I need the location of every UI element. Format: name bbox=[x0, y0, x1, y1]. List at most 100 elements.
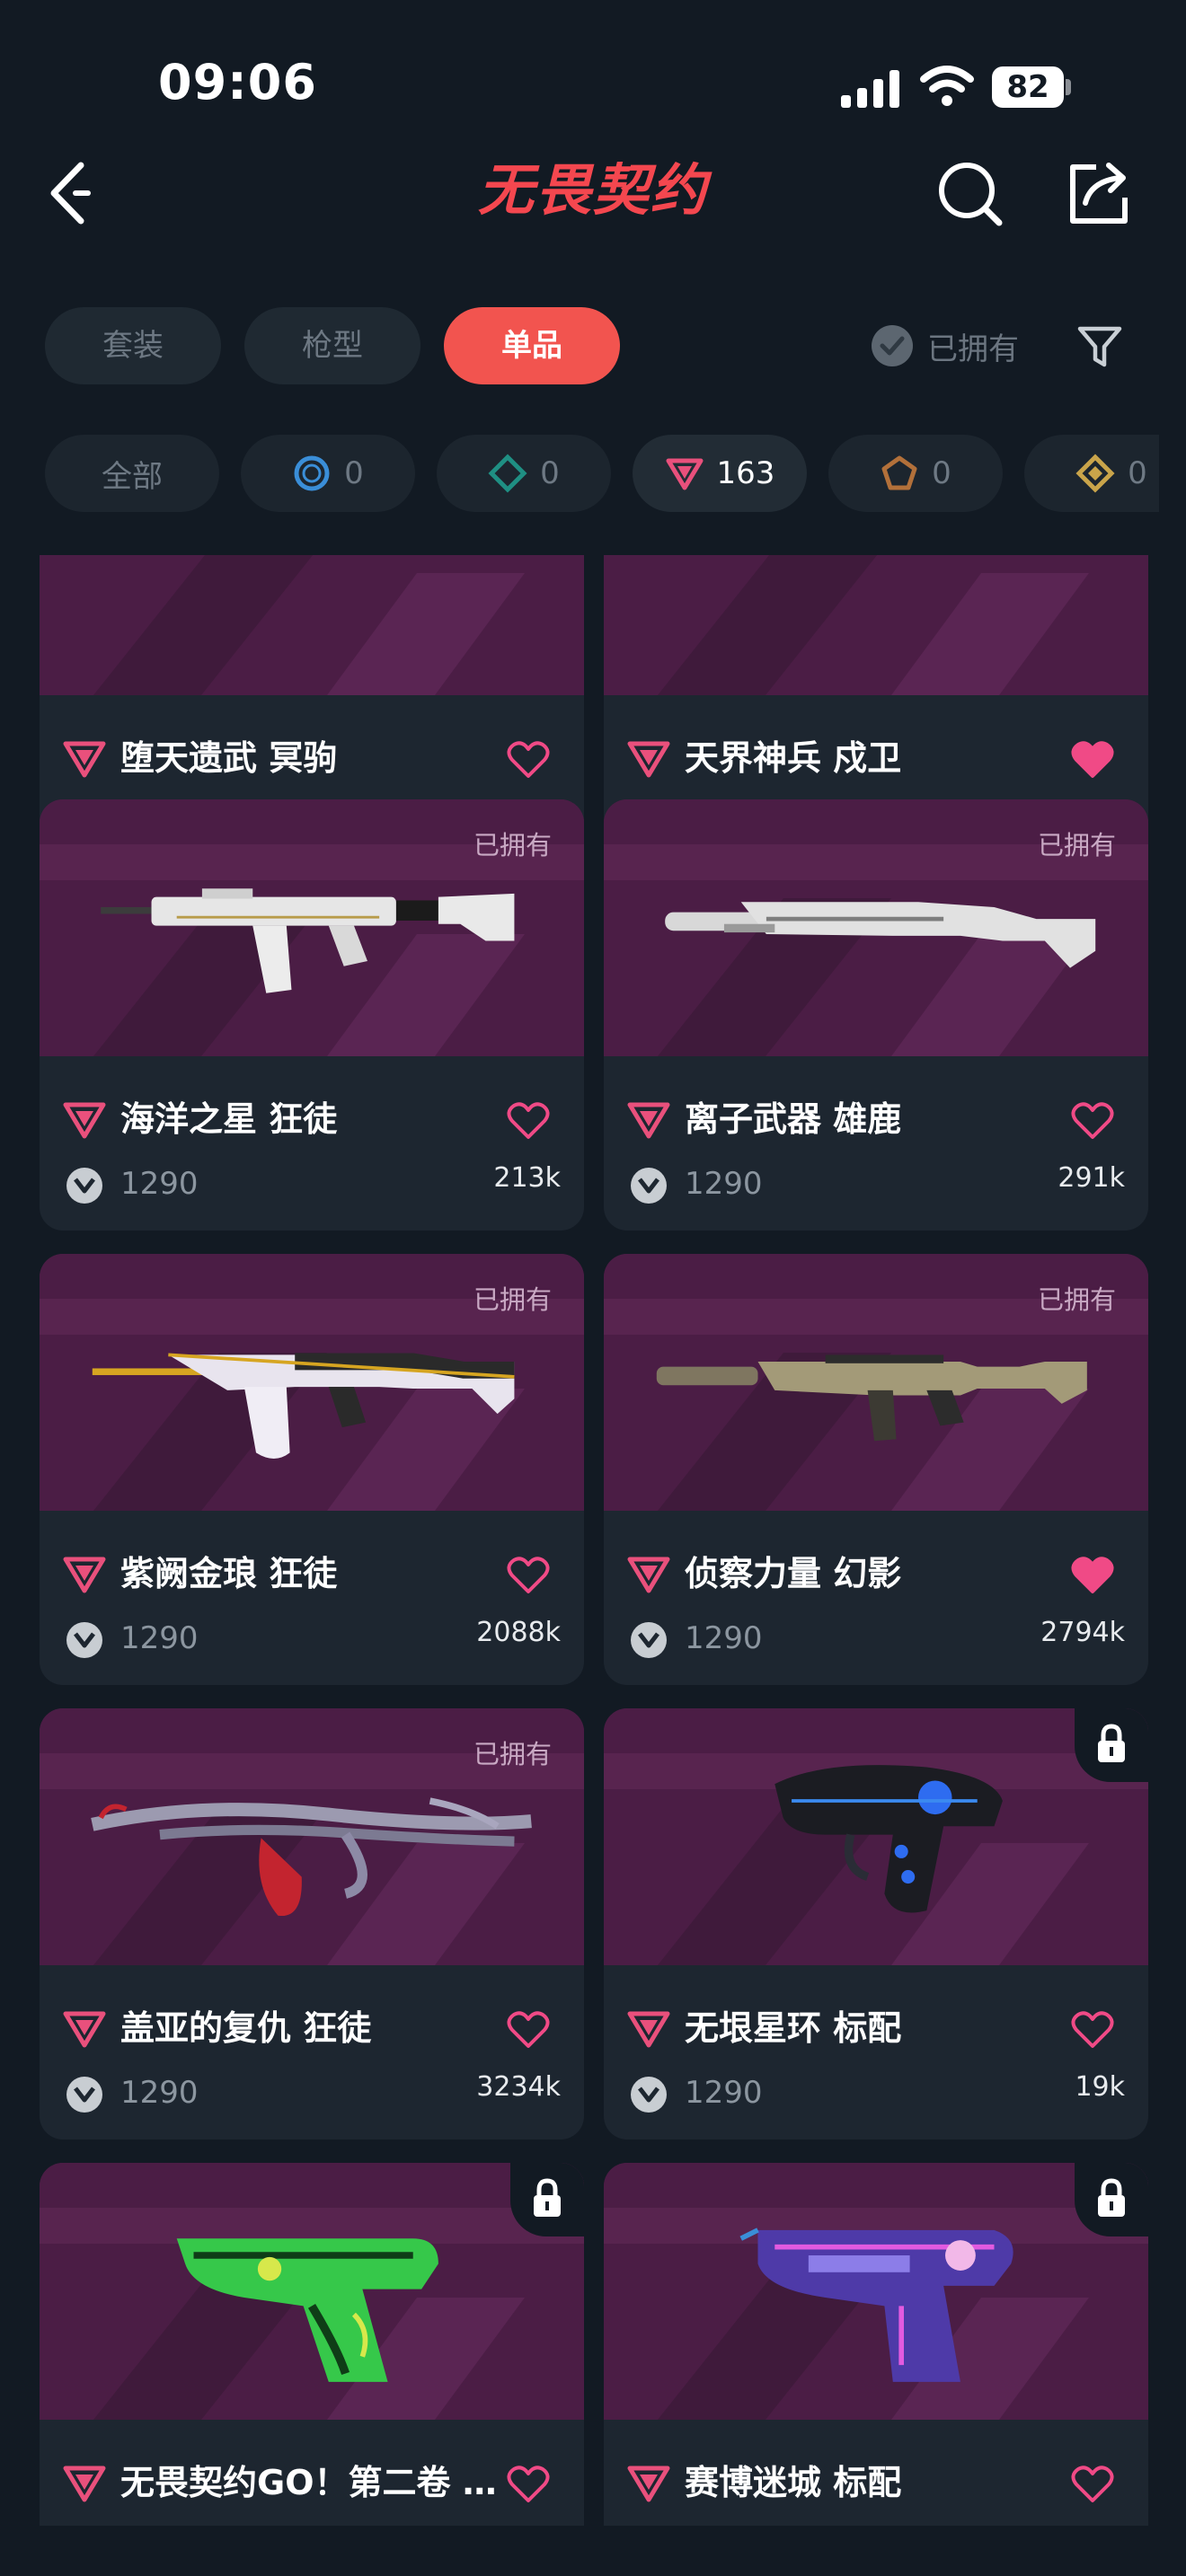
skin-price: 1290 bbox=[685, 2075, 763, 2111]
heart-outline-icon[interactable] bbox=[507, 1556, 550, 1595]
blue-circle-tier-icon bbox=[294, 455, 330, 491]
skin-artwork: 已拥有 bbox=[604, 799, 1148, 1056]
weapon-image bbox=[665, 902, 1096, 968]
owned-tag: 已拥有 bbox=[473, 1284, 552, 1315]
owned-tag: 已拥有 bbox=[473, 1739, 552, 1769]
skin-name: 海洋之星 狂徒 bbox=[120, 1099, 338, 1139]
pink-triangle-tier-icon bbox=[63, 741, 106, 778]
like-count: 19k bbox=[1075, 2071, 1125, 2103]
owned-tag: 已拥有 bbox=[1037, 830, 1116, 860]
weapon-image bbox=[774, 1765, 1003, 1913]
cellular-signal-icon bbox=[841, 70, 900, 108]
skin-price: 1290 bbox=[120, 1620, 199, 1656]
skin-artwork bbox=[604, 2163, 1148, 2420]
like-count: 291k bbox=[1058, 1162, 1125, 1194]
skin-card[interactable]: 已拥有 海洋之星 狂徒 1290 213k bbox=[40, 799, 584, 1231]
heart-outline-icon[interactable] bbox=[507, 2465, 550, 2504]
heart-outline-icon[interactable] bbox=[507, 1101, 550, 1141]
chip-all[interactable]: 全部 bbox=[45, 435, 219, 512]
skin-artwork bbox=[40, 2163, 584, 2420]
skin-card[interactable]: 无垠星环 标配 1290 19k bbox=[604, 1708, 1148, 2139]
skin-name: 无畏契约GO！第二卷 标配 bbox=[120, 2463, 507, 2502]
tab-bundles[interactable]: 套装 bbox=[45, 307, 221, 384]
app-header: 无畏契约 bbox=[0, 144, 1186, 243]
skin-artwork bbox=[604, 1708, 1148, 1965]
skin-card[interactable]: 已拥有盖亚的复仇 狂徒 1290 3234k bbox=[40, 1708, 584, 2139]
pink-triangle-tier-icon bbox=[666, 458, 704, 490]
skin-name: 盖亚的复仇 狂徒 bbox=[120, 2008, 372, 2048]
heart-filled-icon[interactable] bbox=[1071, 740, 1114, 780]
chip-count: 0 bbox=[344, 455, 364, 491]
skin-name: 离子武器 雄鹿 bbox=[685, 1099, 902, 1139]
chip-select-tier[interactable]: 0 bbox=[241, 435, 415, 512]
lock-icon bbox=[1075, 2163, 1148, 2236]
skin-info: 侦察力量 幻影 1290 2794k bbox=[604, 1511, 1148, 1685]
heart-filled-icon[interactable] bbox=[1071, 1556, 1114, 1595]
heart-outline-icon[interactable] bbox=[1071, 1101, 1114, 1141]
skin-info: 离子武器 雄鹿 1290 291k bbox=[604, 1056, 1148, 1231]
category-tabs: 套装 枪型 单品 已拥有 bbox=[0, 307, 1186, 384]
orange-pentagon-tier-icon bbox=[881, 455, 917, 490]
heart-outline-icon[interactable] bbox=[1071, 2010, 1114, 2050]
tab-weapon-types[interactable]: 枪型 bbox=[244, 307, 420, 384]
chip-count: 163 bbox=[716, 455, 775, 491]
skin-name: 无垠星环 标配 bbox=[685, 2008, 902, 2048]
status-bar: 09:06 82 bbox=[0, 0, 1186, 135]
status-time: 09:06 bbox=[158, 54, 317, 110]
battery-icon: 82 bbox=[992, 66, 1071, 108]
chip-premium-tier[interactable]: 163 bbox=[633, 435, 807, 512]
vp-currency-icon bbox=[631, 1168, 667, 1204]
tab-items[interactable]: 单品 bbox=[444, 307, 620, 384]
like-count: 213k bbox=[493, 1162, 561, 1194]
weapon-image bbox=[640, 555, 1112, 672]
weapon-image bbox=[176, 2238, 438, 2382]
chip-deluxe-tier[interactable]: 0 bbox=[437, 435, 611, 512]
owned-filter-label: 已拥有 bbox=[927, 331, 1019, 367]
chip-ultra-tier[interactable]: 0 bbox=[828, 435, 1003, 512]
weapon-image bbox=[75, 555, 548, 672]
skin-artwork: 已拥有 bbox=[40, 799, 584, 1056]
pink-triangle-tier-icon bbox=[63, 1557, 106, 1593]
skin-artwork bbox=[604, 555, 1148, 695]
chip-all-label: 全部 bbox=[102, 458, 163, 495]
skin-name: 堕天遗武 冥驹 bbox=[120, 738, 338, 778]
skin-grid: 堕天遗武 冥驹12901535k天界神兵 戍卫12901292k已拥有海洋之星 … bbox=[0, 555, 1186, 2526]
filter-icon[interactable] bbox=[1075, 322, 1125, 372]
share-icon[interactable] bbox=[1060, 154, 1137, 232]
skin-info: 盖亚的复仇 狂徒 1290 3234k bbox=[40, 1965, 584, 2139]
weapon-image bbox=[101, 888, 515, 993]
skin-info: 无垠星环 标配 1290 19k bbox=[604, 1965, 1148, 2139]
skin-card[interactable]: 赛博迷城 标配 bbox=[604, 2163, 1148, 2526]
pink-triangle-tier-icon bbox=[627, 2011, 670, 2048]
skin-info: 无畏契约GO！第二卷 标配 bbox=[40, 2420, 584, 2526]
checkmark-icon bbox=[872, 325, 913, 366]
skin-card[interactable]: 已拥有离子武器 雄鹿 1290 291k bbox=[604, 799, 1148, 1231]
skin-card[interactable]: 无畏契约GO！第二卷 标配 bbox=[40, 2163, 584, 2526]
vp-currency-icon bbox=[631, 1622, 667, 1658]
wifi-icon bbox=[920, 66, 974, 106]
skin-info: 紫阙金琅 狂徒 1290 2088k bbox=[40, 1511, 584, 1685]
back-arrow-icon[interactable] bbox=[43, 153, 106, 234]
skin-price: 1290 bbox=[685, 1166, 763, 1202]
heart-outline-icon[interactable] bbox=[507, 740, 550, 780]
skin-artwork: 已拥有 bbox=[604, 1254, 1148, 1511]
skin-info: 赛博迷城 标配 bbox=[604, 2420, 1148, 2526]
heart-outline-icon[interactable] bbox=[1071, 2465, 1114, 2504]
search-icon[interactable] bbox=[931, 154, 1008, 232]
vp-currency-icon bbox=[66, 1168, 102, 1204]
weapon-image bbox=[91, 1797, 532, 1917]
heart-outline-icon[interactable] bbox=[507, 2010, 550, 2050]
owned-filter-toggle[interactable]: 已拥有 bbox=[872, 323, 1019, 368]
skin-card[interactable]: 已拥有侦察力量 幻影 1290 2794k bbox=[604, 1254, 1148, 1685]
weapon-image bbox=[656, 1354, 1087, 1442]
chip-count: 0 bbox=[540, 455, 560, 491]
skin-card[interactable]: 已拥有紫阙金琅 狂徒 1290 2088k bbox=[40, 1254, 584, 1685]
teal-diamond-tier-icon bbox=[488, 454, 527, 493]
owned-tag: 已拥有 bbox=[473, 830, 552, 860]
like-count: 2794k bbox=[1040, 1617, 1125, 1648]
skin-name: 侦察力量 幻影 bbox=[685, 1554, 902, 1593]
chip-exclusive-tier[interactable]: 0 bbox=[1024, 435, 1159, 512]
owned-tag: 已拥有 bbox=[1037, 1284, 1116, 1315]
rarity-filter-chips: 全部 0 0 163 0 0 bbox=[0, 435, 1159, 512]
weapon-image bbox=[92, 1353, 515, 1459]
